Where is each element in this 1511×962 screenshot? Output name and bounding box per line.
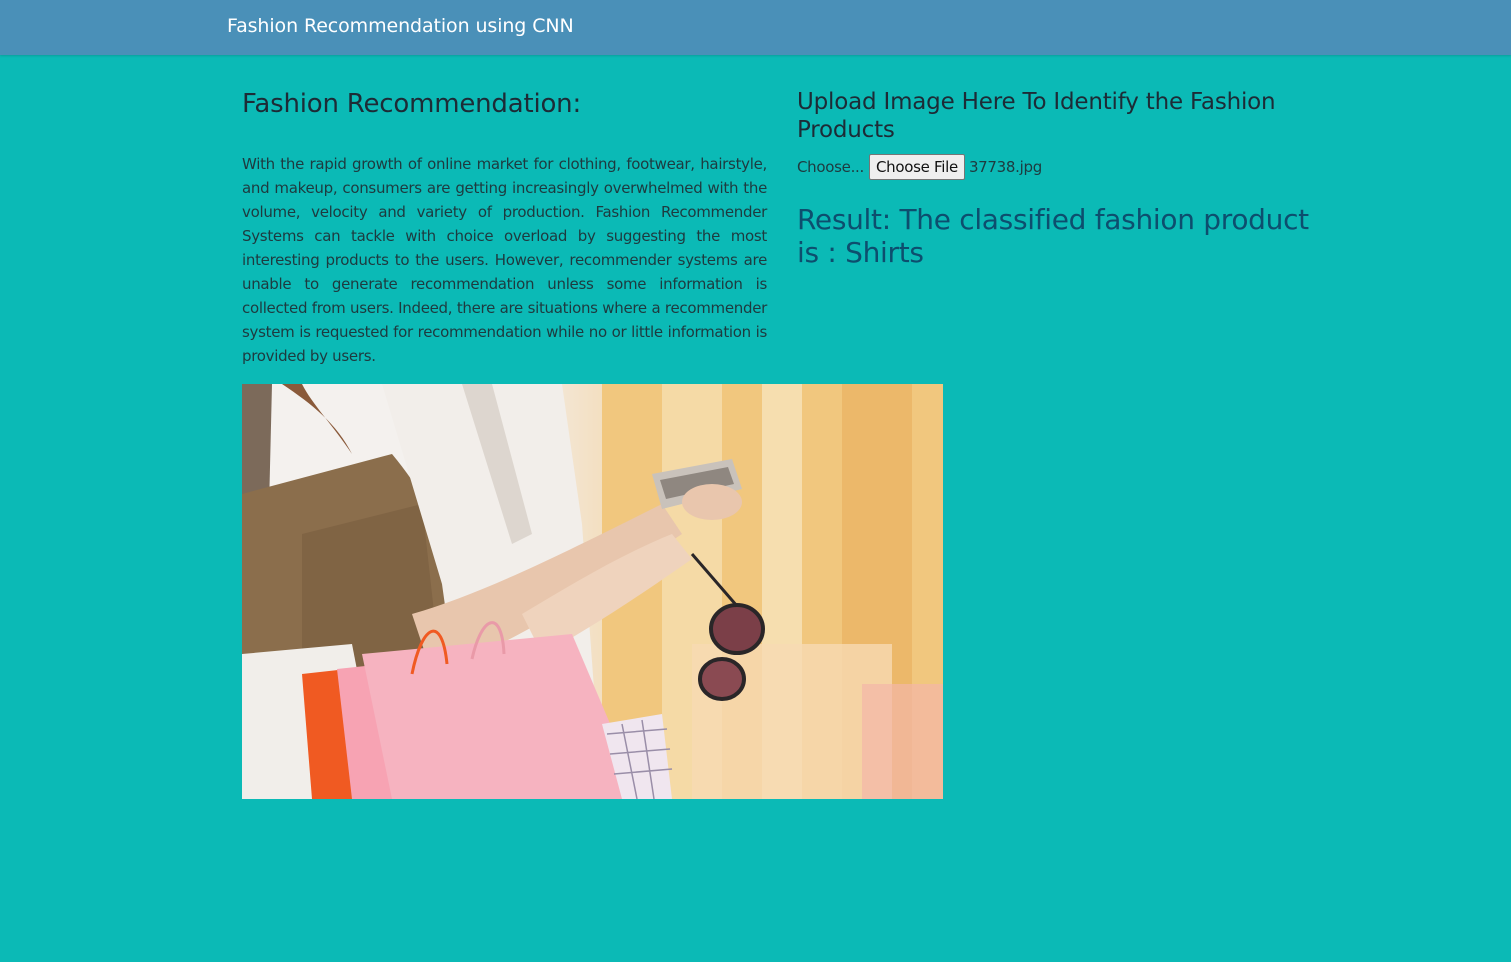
result-text: Result: The classified fashion product i… [797, 203, 1309, 269]
intro-description: With the rapid growth of online market f… [242, 155, 767, 365]
navbar-brand[interactable]: Fashion Recommendation using CNN [227, 15, 574, 37]
navbar: Fashion Recommendation using CNN [0, 0, 1511, 55]
intro-section: Fashion Recommendation: With the rapid g… [242, 86, 767, 368]
hero-image [242, 384, 943, 799]
intro-title: Fashion Recommendation: [242, 89, 582, 119]
file-upload-row: Choose... Choose File 37738.jpg [797, 151, 1337, 183]
choose-file-button[interactable]: Choose File [868, 154, 965, 180]
shopping-woman-photo-icon [242, 384, 943, 799]
upload-title: Upload Image Here To Identify the Fashio… [797, 89, 1276, 143]
selected-file-name: 37738.jpg [968, 158, 1042, 176]
choose-label: Choose... [797, 158, 864, 176]
upload-section: Upload Image Here To Identify the Fashio… [797, 88, 1337, 269]
